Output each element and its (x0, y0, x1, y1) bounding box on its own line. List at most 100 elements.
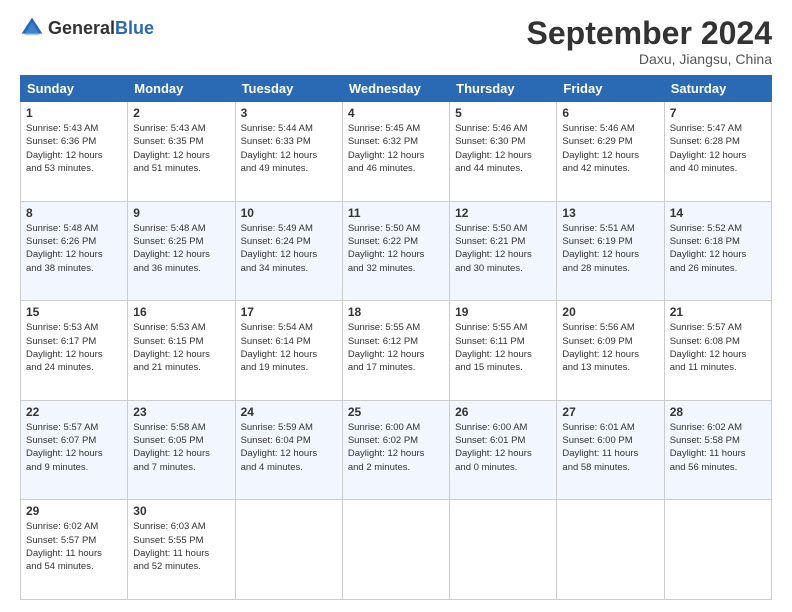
day-number: 4 (348, 106, 444, 120)
day-cell: 21 Sunrise: 5:57 AM Sunset: 6:08 PM Dayli… (664, 301, 771, 401)
day-info: Sunrise: 5:51 AM Sunset: 6:19 PM Dayligh… (562, 222, 658, 275)
weekday-header-sunday: Sunday (21, 76, 128, 102)
day-cell: 11 Sunrise: 5:50 AM Sunset: 6:22 PM Dayli… (342, 201, 449, 301)
day-cell: 22 Sunrise: 5:57 AM Sunset: 6:07 PM Dayli… (21, 400, 128, 500)
day-info: Sunrise: 5:55 AM Sunset: 6:11 PM Dayligh… (455, 321, 551, 374)
day-number: 5 (455, 106, 551, 120)
week-row-5: 29 Sunrise: 6:02 AM Sunset: 5:57 PM Dayli… (21, 500, 772, 600)
day-info: Sunrise: 5:46 AM Sunset: 6:29 PM Dayligh… (562, 122, 658, 175)
day-cell: 5 Sunrise: 5:46 AM Sunset: 6:30 PM Daylig… (450, 102, 557, 202)
day-info: Sunrise: 5:53 AM Sunset: 6:15 PM Dayligh… (133, 321, 229, 374)
day-number: 20 (562, 305, 658, 319)
title-area: September 2024 Daxu, Jiangsu, China (527, 16, 772, 67)
day-info: Sunrise: 5:48 AM Sunset: 6:25 PM Dayligh… (133, 222, 229, 275)
day-cell: 3 Sunrise: 5:44 AM Sunset: 6:33 PM Daylig… (235, 102, 342, 202)
day-info: Sunrise: 5:46 AM Sunset: 6:30 PM Dayligh… (455, 122, 551, 175)
day-number: 25 (348, 405, 444, 419)
day-cell (450, 500, 557, 600)
day-info: Sunrise: 5:53 AM Sunset: 6:17 PM Dayligh… (26, 321, 122, 374)
day-cell: 17 Sunrise: 5:54 AM Sunset: 6:14 PM Dayli… (235, 301, 342, 401)
day-cell (664, 500, 771, 600)
day-info: Sunrise: 5:49 AM Sunset: 6:24 PM Dayligh… (241, 222, 337, 275)
day-number: 12 (455, 206, 551, 220)
day-cell: 13Sunrise: 5:51 AM Sunset: 6:19 PM Dayli… (557, 201, 664, 301)
day-cell: 24 Sunrise: 5:59 AM Sunset: 6:04 PM Dayli… (235, 400, 342, 500)
day-number: 11 (348, 206, 444, 220)
day-cell: 29 Sunrise: 6:02 AM Sunset: 5:57 PM Dayli… (21, 500, 128, 600)
day-cell: 16 Sunrise: 5:53 AM Sunset: 6:15 PM Dayli… (128, 301, 235, 401)
page: GeneralBlue September 2024 Daxu, Jiangsu… (0, 0, 792, 612)
day-number: 30 (133, 504, 229, 518)
day-info: Sunrise: 5:45 AM Sunset: 6:32 PM Dayligh… (348, 122, 444, 175)
day-cell (342, 500, 449, 600)
day-info: Sunrise: 5:58 AM Sunset: 6:05 PM Dayligh… (133, 421, 229, 474)
header: GeneralBlue September 2024 Daxu, Jiangsu… (20, 16, 772, 67)
day-number: 1 (26, 106, 122, 120)
logo-icon (20, 16, 44, 40)
day-cell: 6 Sunrise: 5:46 AM Sunset: 6:29 PM Daylig… (557, 102, 664, 202)
day-number: 21 (670, 305, 766, 319)
day-cell: 12 Sunrise: 5:50 AM Sunset: 6:21 PM Dayli… (450, 201, 557, 301)
day-info: Sunrise: 5:50 AM Sunset: 6:21 PM Dayligh… (455, 222, 551, 275)
day-info: Sunrise: 6:03 AM Sunset: 5:55 PM Dayligh… (133, 520, 229, 573)
week-row-2: 8 Sunrise: 5:48 AM Sunset: 6:26 PM Daylig… (21, 201, 772, 301)
day-info: Sunrise: 5:54 AM Sunset: 6:14 PM Dayligh… (241, 321, 337, 374)
day-cell (557, 500, 664, 600)
day-cell: 18Sunrise: 5:55 AM Sunset: 6:12 PM Dayli… (342, 301, 449, 401)
day-cell: 7Sunrise: 5:47 AM Sunset: 6:28 PM Daylig… (664, 102, 771, 202)
weekday-header-friday: Friday (557, 76, 664, 102)
day-cell: 30 Sunrise: 6:03 AM Sunset: 5:55 PM Dayli… (128, 500, 235, 600)
day-cell: 4 Sunrise: 5:45 AM Sunset: 6:32 PM Daylig… (342, 102, 449, 202)
day-number: 28 (670, 405, 766, 419)
month-title: September 2024 (527, 16, 772, 51)
day-cell: 14 Sunrise: 5:52 AM Sunset: 6:18 PM Dayli… (664, 201, 771, 301)
location: Daxu, Jiangsu, China (527, 51, 772, 67)
weekday-header-wednesday: Wednesday (342, 76, 449, 102)
day-number: 19 (455, 305, 551, 319)
day-number: 17 (241, 305, 337, 319)
day-cell: 23Sunrise: 5:58 AM Sunset: 6:05 PM Dayli… (128, 400, 235, 500)
day-info: Sunrise: 6:00 AM Sunset: 6:02 PM Dayligh… (348, 421, 444, 474)
day-number: 2 (133, 106, 229, 120)
day-cell: 28 Sunrise: 6:02 AM Sunset: 5:58 PM Dayli… (664, 400, 771, 500)
day-info: Sunrise: 5:43 AM Sunset: 6:35 PM Dayligh… (133, 122, 229, 175)
day-cell: 2 Sunrise: 5:43 AM Sunset: 6:35 PM Daylig… (128, 102, 235, 202)
day-cell: 8 Sunrise: 5:48 AM Sunset: 6:26 PM Daylig… (21, 201, 128, 301)
day-number: 10 (241, 206, 337, 220)
weekday-header-thursday: Thursday (450, 76, 557, 102)
day-number: 29 (26, 504, 122, 518)
day-info: Sunrise: 5:50 AM Sunset: 6:22 PM Dayligh… (348, 222, 444, 275)
day-info: Sunrise: 5:52 AM Sunset: 6:18 PM Dayligh… (670, 222, 766, 275)
day-number: 14 (670, 206, 766, 220)
day-info: Sunrise: 5:48 AM Sunset: 6:26 PM Dayligh… (26, 222, 122, 275)
day-cell: 26Sunrise: 6:00 AM Sunset: 6:01 PM Dayli… (450, 400, 557, 500)
calendar-table: SundayMondayTuesdayWednesdayThursdayFrid… (20, 75, 772, 600)
day-cell: 15Sunrise: 5:53 AM Sunset: 6:17 PM Dayli… (21, 301, 128, 401)
day-number: 8 (26, 206, 122, 220)
weekday-header-row: SundayMondayTuesdayWednesdayThursdayFrid… (21, 76, 772, 102)
day-number: 18 (348, 305, 444, 319)
logo-text: GeneralBlue (48, 18, 154, 39)
day-info: Sunrise: 5:47 AM Sunset: 6:28 PM Dayligh… (670, 122, 766, 175)
day-number: 16 (133, 305, 229, 319)
day-info: Sunrise: 5:57 AM Sunset: 6:07 PM Dayligh… (26, 421, 122, 474)
day-cell: 25 Sunrise: 6:00 AM Sunset: 6:02 PM Dayli… (342, 400, 449, 500)
day-info: Sunrise: 6:01 AM Sunset: 6:00 PM Dayligh… (562, 421, 658, 474)
weekday-header-monday: Monday (128, 76, 235, 102)
weekday-header-tuesday: Tuesday (235, 76, 342, 102)
day-info: Sunrise: 5:44 AM Sunset: 6:33 PM Dayligh… (241, 122, 337, 175)
day-info: Sunrise: 5:59 AM Sunset: 6:04 PM Dayligh… (241, 421, 337, 474)
day-number: 24 (241, 405, 337, 419)
day-number: 26 (455, 405, 551, 419)
day-number: 22 (26, 405, 122, 419)
day-cell: 10 Sunrise: 5:49 AM Sunset: 6:24 PM Dayli… (235, 201, 342, 301)
week-row-4: 22 Sunrise: 5:57 AM Sunset: 6:07 PM Dayli… (21, 400, 772, 500)
day-cell: 1Sunrise: 5:43 AM Sunset: 6:36 PM Daylig… (21, 102, 128, 202)
day-number: 6 (562, 106, 658, 120)
day-cell (235, 500, 342, 600)
day-info: Sunrise: 6:02 AM Sunset: 5:58 PM Dayligh… (670, 421, 766, 474)
day-info: Sunrise: 6:02 AM Sunset: 5:57 PM Dayligh… (26, 520, 122, 573)
logo: GeneralBlue (20, 16, 154, 40)
day-info: Sunrise: 5:57 AM Sunset: 6:08 PM Dayligh… (670, 321, 766, 374)
day-number: 3 (241, 106, 337, 120)
